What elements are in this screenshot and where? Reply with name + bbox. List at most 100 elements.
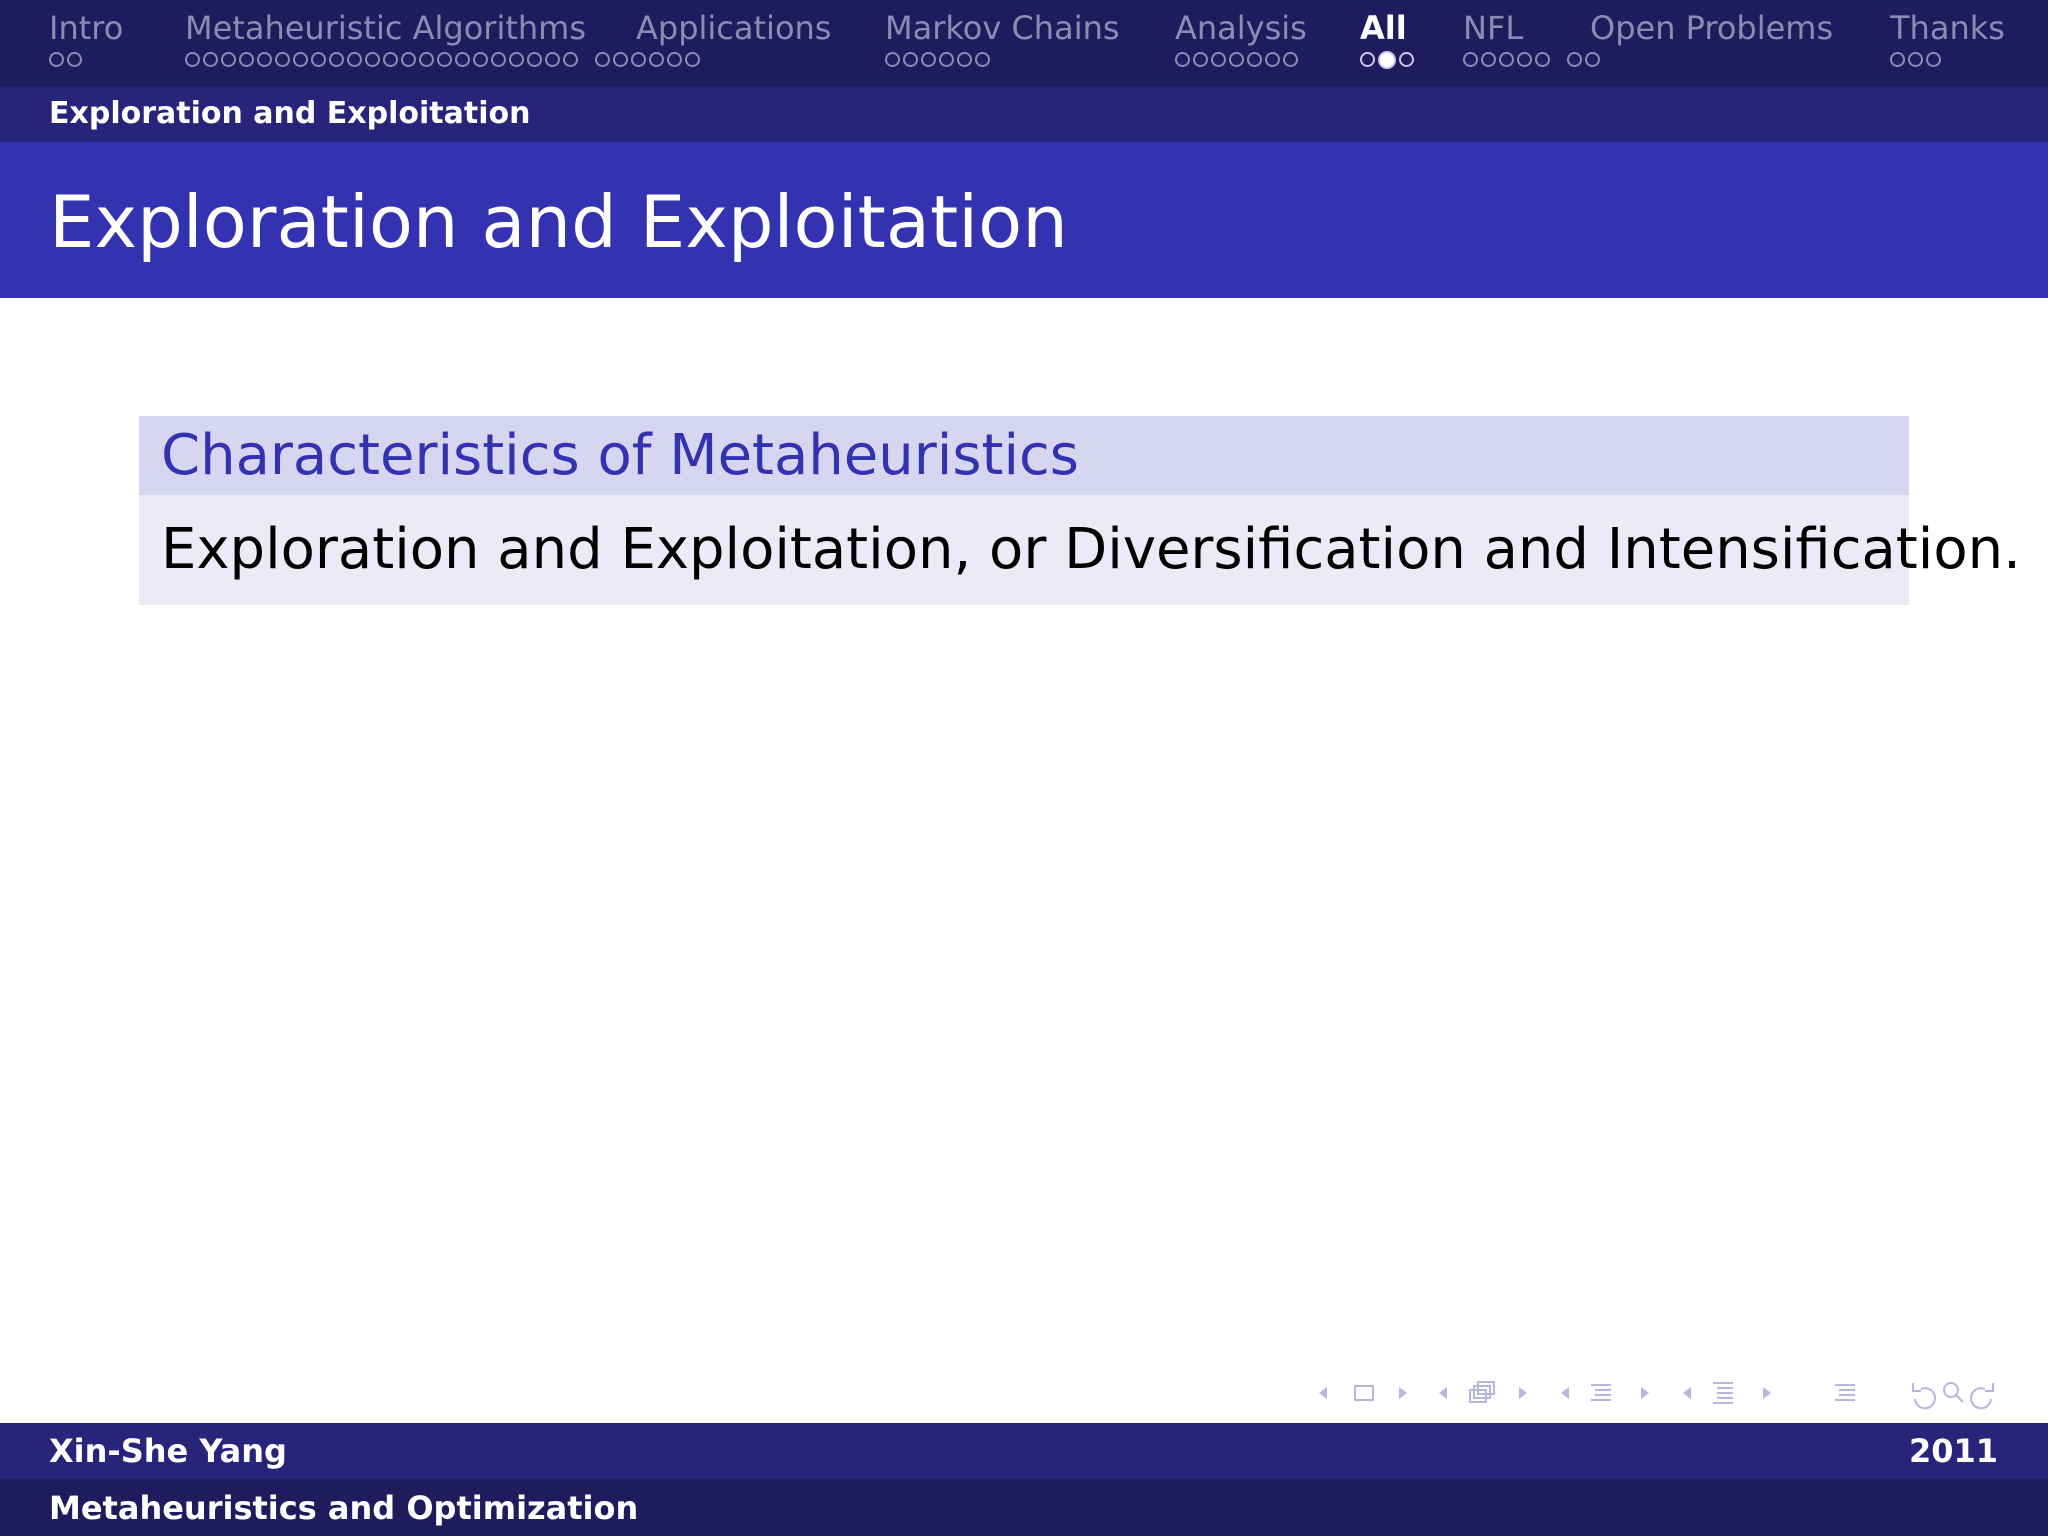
frame-dot[interactable]	[563, 52, 578, 67]
frame-dot[interactable]	[975, 52, 990, 67]
frame-dot[interactable]	[1926, 52, 1941, 67]
forward-icon[interactable]	[1970, 1383, 1994, 1410]
frame-dot[interactable]	[1517, 52, 1532, 67]
beamer-navigation-symbols	[1313, 1375, 2043, 1411]
nav-dots	[49, 52, 123, 72]
nav-section-label: Open Problems	[1590, 9, 1834, 47]
nav-dots	[1890, 52, 2005, 72]
frame-dot[interactable]	[1567, 52, 1582, 67]
dot-group	[1890, 52, 1944, 72]
frame-dot[interactable]	[293, 52, 308, 67]
nav-section-all[interactable]: All	[1360, 8, 1431, 72]
footer-author-bar: Xin-She Yang 2011	[0, 1423, 2048, 1479]
frame-dot[interactable]	[401, 52, 416, 67]
frame-dot[interactable]	[527, 52, 542, 67]
dot-group	[185, 52, 581, 72]
frame-dot[interactable]	[1463, 52, 1478, 67]
frame-dot[interactable]	[311, 52, 326, 67]
subsection-title[interactable]: Exploration and Exploitation	[49, 96, 530, 132]
frame-dot[interactable]	[1499, 52, 1514, 67]
nav-dots	[1590, 52, 1833, 72]
frame-dot[interactable]	[1265, 52, 1280, 67]
nav-dots	[636, 52, 831, 72]
nav-section-label: Markov Chains	[885, 9, 1120, 47]
dot-group	[1360, 51, 1417, 72]
footer-title: Metaheuristics and Optimization	[49, 1489, 639, 1527]
frame-dot[interactable]	[1175, 52, 1190, 67]
frame-dot[interactable]	[185, 52, 200, 67]
section-nav-icon[interactable]	[1561, 1384, 1649, 1401]
search-icon[interactable]	[1943, 1382, 1964, 1403]
frame-dot[interactable]	[329, 52, 344, 67]
frame-dot[interactable]	[1193, 52, 1208, 67]
frame-dot[interactable]	[1481, 52, 1496, 67]
frame-dot[interactable]	[903, 52, 918, 67]
frame-dot[interactable]	[1229, 52, 1244, 67]
frame-dot[interactable]	[49, 52, 64, 67]
frame-dot[interactable]	[1283, 52, 1298, 67]
footer-author: Xin-She Yang	[49, 1432, 287, 1470]
frame-dot[interactable]	[509, 52, 524, 67]
characteristics-block: Characteristics of Metaheuristics Explor…	[139, 416, 2021, 605]
frame-dot[interactable]	[1535, 52, 1550, 67]
frame-nav-icon[interactable]	[1319, 1385, 1407, 1401]
nav-section-open-problems[interactable]: Open Problems	[1590, 8, 1833, 72]
dot-group	[49, 52, 85, 72]
frame-dot[interactable]	[939, 52, 954, 67]
frame-dot[interactable]	[595, 52, 610, 67]
frame-dot[interactable]	[383, 52, 398, 67]
frame-dot[interactable]	[275, 52, 290, 67]
frame-dot[interactable]	[545, 52, 560, 67]
frame-title-bar: Exploration and Exploitation	[0, 142, 2048, 298]
frame-dot[interactable]	[419, 52, 434, 67]
nav-section-label: All	[1360, 9, 1407, 47]
frame-dot[interactable]	[221, 52, 236, 67]
frame-dot[interactable]	[491, 52, 506, 67]
frame-dot[interactable]	[1399, 52, 1414, 67]
nav-section-markov-chains[interactable]: Markov Chains	[885, 8, 1120, 72]
beamer-nav-svg	[1319, 1381, 1994, 1410]
frame-dot[interactable]	[347, 52, 362, 67]
dot-group	[885, 52, 993, 72]
nav-section-label: Intro	[49, 9, 124, 47]
nav-section-label: Thanks	[1890, 9, 2005, 47]
frame-dot[interactable]	[921, 52, 936, 67]
frame-dot[interactable]	[365, 52, 380, 67]
subsection-nav-icon[interactable]	[1439, 1381, 1527, 1403]
frame-dot[interactable]	[239, 52, 254, 67]
dot-group	[1463, 52, 1553, 72]
frame-dot[interactable]	[957, 52, 972, 67]
nav-section-label: Applications	[636, 9, 832, 47]
toc-icon[interactable]	[1835, 1384, 1855, 1401]
frame-title: Exploration and Exploitation	[49, 180, 1068, 264]
frame-dot[interactable]	[885, 52, 900, 67]
frame-dot[interactable]	[203, 52, 218, 67]
frame-dot[interactable]	[1890, 52, 1905, 67]
subsection-bar: Exploration and Exploitation	[0, 87, 2048, 142]
frame-dot[interactable]	[1360, 52, 1375, 67]
frame-dot[interactable]	[1378, 51, 1396, 69]
frame-dot[interactable]	[473, 52, 488, 67]
footer-date: 2011	[1908, 1432, 1998, 1470]
frame-dot[interactable]	[1247, 52, 1262, 67]
frame-dot[interactable]	[613, 52, 628, 67]
nav-section-label: Analysis	[1175, 9, 1307, 47]
back-icon[interactable]	[1912, 1383, 1936, 1410]
nav-section-analysis[interactable]: Analysis	[1175, 8, 1315, 72]
document-nav-icon[interactable]	[1683, 1382, 1771, 1404]
frame-dot[interactable]	[455, 52, 470, 67]
nav-section-applications[interactable]: Applications	[636, 8, 831, 72]
section-navigation: Intro Metaheuristic Algorithms Applicati…	[0, 0, 2048, 87]
nav-dots	[885, 52, 1120, 72]
frame-dot[interactable]	[1211, 52, 1226, 67]
block-body: Exploration and Exploitation, or Diversi…	[139, 495, 2021, 605]
nav-section-thanks[interactable]: Thanks	[1890, 8, 2005, 72]
dot-group	[1175, 52, 1301, 72]
footer-title-bar: Metaheuristics and Optimization	[0, 1479, 2048, 1536]
frame-dot[interactable]	[67, 52, 82, 67]
frame-dot[interactable]	[257, 52, 272, 67]
nav-section-intro[interactable]: Intro	[49, 8, 123, 72]
frame-dot[interactable]	[1908, 52, 1923, 67]
nav-dots	[1360, 51, 1431, 72]
frame-dot[interactable]	[437, 52, 452, 67]
